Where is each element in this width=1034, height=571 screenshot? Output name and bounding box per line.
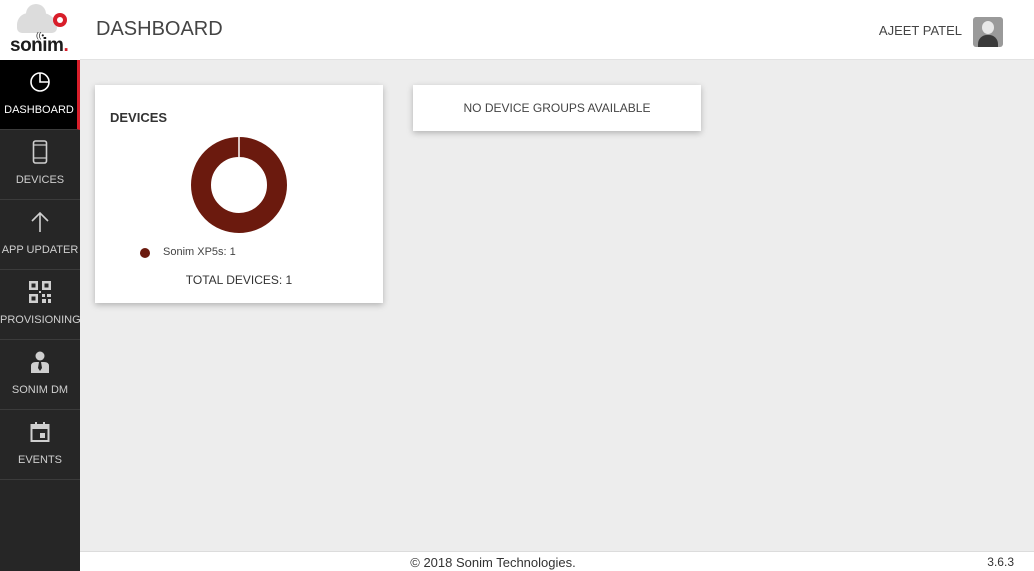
sidebar-item-label: EVENTS bbox=[17, 454, 62, 466]
sidebar-item-sonim-dm[interactable]: SONIM DM bbox=[0, 340, 80, 410]
avatar-body bbox=[978, 35, 998, 47]
version-text: 3.6.3 bbox=[987, 555, 1014, 569]
sidebar-item-label: DASHBOARD bbox=[4, 104, 74, 116]
copyright-text: © 2018 Sonim Technologies. bbox=[410, 555, 576, 570]
calendar-icon bbox=[0, 420, 80, 444]
sidebar-item-label: DEVICES bbox=[15, 174, 65, 186]
user-tie-icon bbox=[0, 350, 80, 374]
top-bar: ((• sonim. DASHBOARD AJEET PATEL bbox=[0, 0, 1034, 60]
device-groups-card: NO DEVICE GROUPS AVAILABLE bbox=[413, 85, 701, 131]
devices-donut-chart[interactable] bbox=[189, 135, 289, 235]
footer: © 2018 Sonim Technologies. 3.6.3 bbox=[80, 551, 1034, 571]
donut-slice-sonim-xp5s bbox=[191, 137, 287, 233]
user-name[interactable]: AJEET PATEL bbox=[879, 23, 962, 38]
sidebar-item-label: APP UPDATER bbox=[1, 244, 79, 256]
page-title: DASHBOARD bbox=[96, 18, 223, 40]
sidebar-item-events[interactable]: EVENTS bbox=[0, 410, 80, 480]
sidebar-item-dashboard[interactable]: DASHBOARD bbox=[0, 60, 80, 130]
sidebar-item-label: PROVISIONING bbox=[0, 314, 81, 326]
total-devices: TOTAL DEVICES: 1 bbox=[185, 273, 293, 287]
qr-code-icon bbox=[0, 280, 80, 304]
cloud-icon bbox=[17, 4, 57, 33]
no-device-groups-message: NO DEVICE GROUPS AVAILABLE bbox=[463, 101, 651, 115]
devices-card-title: DEVICES bbox=[110, 110, 168, 125]
legend-color-dot bbox=[140, 248, 150, 258]
arrow-up-icon bbox=[0, 210, 80, 234]
avatar-head bbox=[982, 21, 994, 34]
sidebar-item-app-updater[interactable]: APP UPDATER bbox=[0, 200, 80, 270]
sun-icon bbox=[53, 13, 67, 27]
sidebar-item-provisioning[interactable]: PROVISIONING bbox=[0, 270, 81, 340]
sidebar: DASHBOARD DEVICES APP UPDATER PROVISIONI… bbox=[0, 60, 81, 571]
devices-card: DEVICES Sonim XP5s: 1 TOTAL DEVICES: 1 bbox=[95, 85, 383, 303]
avatar[interactable] bbox=[973, 17, 1003, 47]
sidebar-item-devices[interactable]: DEVICES bbox=[0, 130, 80, 200]
legend-label[interactable]: Sonim XP5s: 1 bbox=[163, 246, 236, 258]
brand-name: sonim. bbox=[10, 35, 69, 56]
sidebar-item-label: SONIM DM bbox=[11, 384, 69, 396]
sonim-logo[interactable]: ((• sonim. bbox=[0, 0, 80, 60]
pie-chart-icon bbox=[0, 70, 80, 94]
mobile-phone-icon bbox=[0, 140, 80, 164]
